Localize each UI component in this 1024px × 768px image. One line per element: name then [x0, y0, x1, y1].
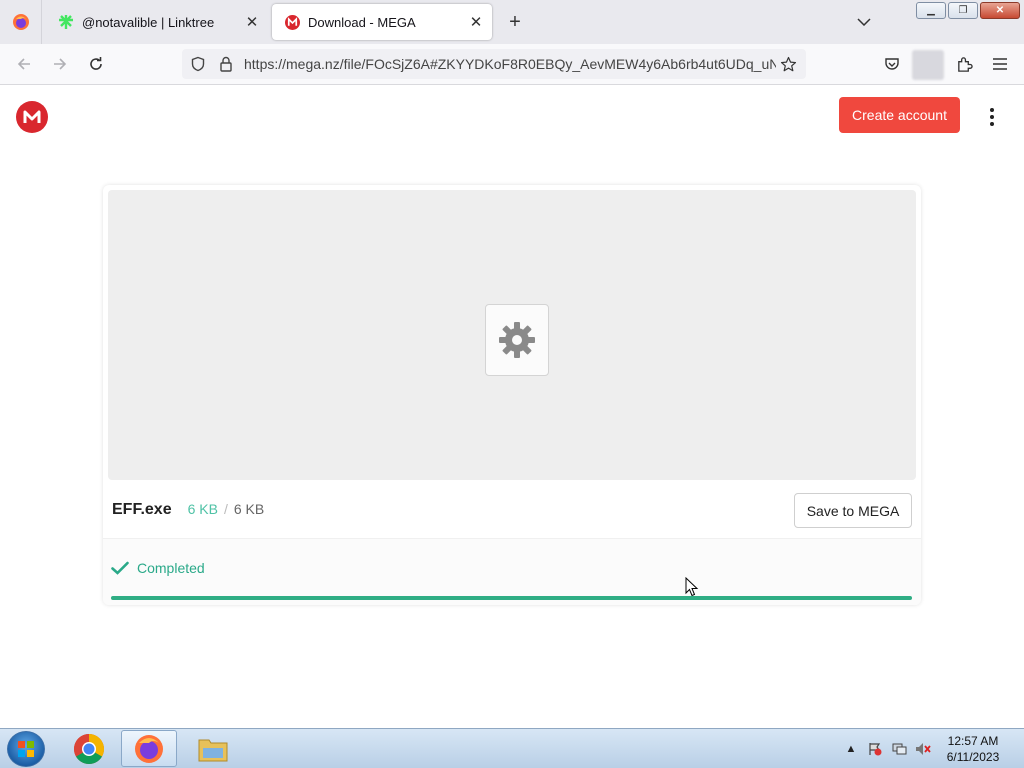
forward-button[interactable]	[48, 52, 72, 76]
new-tab-button[interactable]: +	[503, 10, 527, 34]
tracking-protection-icon[interactable]	[186, 52, 210, 76]
download-status: Completed	[111, 559, 205, 577]
close-window-button[interactable]: ✕	[980, 2, 1020, 19]
extensions-button[interactable]	[952, 52, 976, 76]
tab-linktree[interactable]: @notavalible | Linktree ✕	[46, 4, 268, 40]
checkmark-icon	[111, 559, 129, 577]
app-menu-button[interactable]	[988, 52, 1012, 76]
back-arrow-icon	[17, 58, 30, 70]
tab-title: Download - MEGA	[308, 14, 416, 30]
address-bar[interactable]: https://mega.nz/file/FOcSjZ6A#ZKYYDKoF8R…	[182, 49, 806, 79]
firefox-view-button[interactable]	[0, 0, 42, 44]
taskbar-chrome[interactable]	[61, 730, 117, 767]
close-tab-icon[interactable]: ✕	[240, 10, 264, 34]
status-text: Completed	[137, 560, 205, 576]
bookmark-star-icon[interactable]	[776, 52, 800, 76]
file-type-thumbnail	[485, 304, 549, 376]
file-download-card: EFF.exe 6 KB / 6 KB Save to MEGA Complet…	[103, 185, 921, 605]
file-info: EFF.exe 6 KB / 6 KB	[112, 501, 264, 519]
reload-icon	[90, 57, 102, 70]
reload-button[interactable]	[84, 52, 108, 76]
size-separator: /	[223, 501, 228, 517]
progress-bar	[111, 596, 912, 600]
navigation-bar: https://mega.nz/file/FOcSjZ6A#ZKYYDKoF8R…	[0, 44, 1024, 85]
show-hidden-icons-icon[interactable]: ▲	[843, 741, 859, 757]
gear-icon	[499, 322, 535, 358]
system-clock[interactable]: 12:57 AM 6/11/2023	[940, 733, 1006, 765]
downloaded-size: 6 KB	[187, 501, 218, 517]
pocket-button[interactable]	[880, 52, 904, 76]
restore-button[interactable]: ❐	[948, 2, 978, 19]
forward-arrow-icon	[54, 58, 67, 70]
total-size: 6 KB	[233, 501, 265, 517]
puzzle-icon	[957, 56, 973, 72]
mega-logo[interactable]	[16, 101, 48, 133]
list-tabs-button[interactable]	[852, 11, 876, 33]
file-name: EFF.exe	[112, 501, 172, 518]
network-icon[interactable]	[891, 741, 907, 757]
file-preview	[108, 190, 916, 480]
linktree-icon	[58, 14, 74, 30]
clock-time: 12:57 AM	[947, 734, 999, 748]
lock-icon[interactable]	[214, 52, 238, 76]
taskbar-file-explorer[interactable]	[185, 730, 241, 767]
download-status-area: Completed	[103, 538, 921, 605]
progress-fill	[111, 596, 912, 600]
account-avatar[interactable]	[912, 50, 944, 80]
tab-strip: @notavalible | Linktree ✕ Download - MEG…	[0, 0, 1024, 44]
taskbar-firefox[interactable]	[121, 730, 177, 767]
file-explorer-icon	[198, 739, 228, 761]
close-tab-icon[interactable]: ✕	[464, 10, 488, 34]
action-center-flag-icon[interactable]	[867, 741, 883, 757]
volume-muted-icon[interactable]	[915, 741, 931, 757]
firefox-icon	[135, 734, 163, 763]
url-text[interactable]: https://mega.nz/file/FOcSjZ6A#ZKYYDKoF8R…	[244, 56, 776, 72]
create-account-button[interactable]: Create account	[839, 97, 960, 133]
back-button[interactable]	[12, 52, 36, 76]
hamburger-menu-icon	[993, 58, 1007, 70]
windows-logo-icon	[18, 741, 34, 757]
mouse-cursor-icon	[685, 577, 699, 597]
windows-taskbar: ▲ 12:57 AM 6/11/2023	[0, 728, 1024, 768]
system-tray: ▲	[843, 729, 931, 768]
chevron-down-icon	[857, 18, 871, 26]
window-controls: ▁ ❐ ✕	[916, 2, 1020, 19]
minimize-button[interactable]: ▁	[916, 2, 946, 19]
mega-icon	[284, 14, 300, 30]
tab-title: @notavalible | Linktree	[82, 14, 215, 30]
tab-mega[interactable]: Download - MEGA ✕	[272, 4, 492, 40]
save-to-mega-button[interactable]: Save to MEGA	[794, 493, 912, 528]
more-options-icon[interactable]	[982, 105, 1002, 129]
chrome-icon	[73, 733, 105, 764]
firefox-icon	[12, 14, 29, 30]
clock-date: 6/11/2023	[946, 750, 1000, 764]
start-button[interactable]	[7, 731, 45, 767]
pocket-icon	[885, 58, 899, 70]
